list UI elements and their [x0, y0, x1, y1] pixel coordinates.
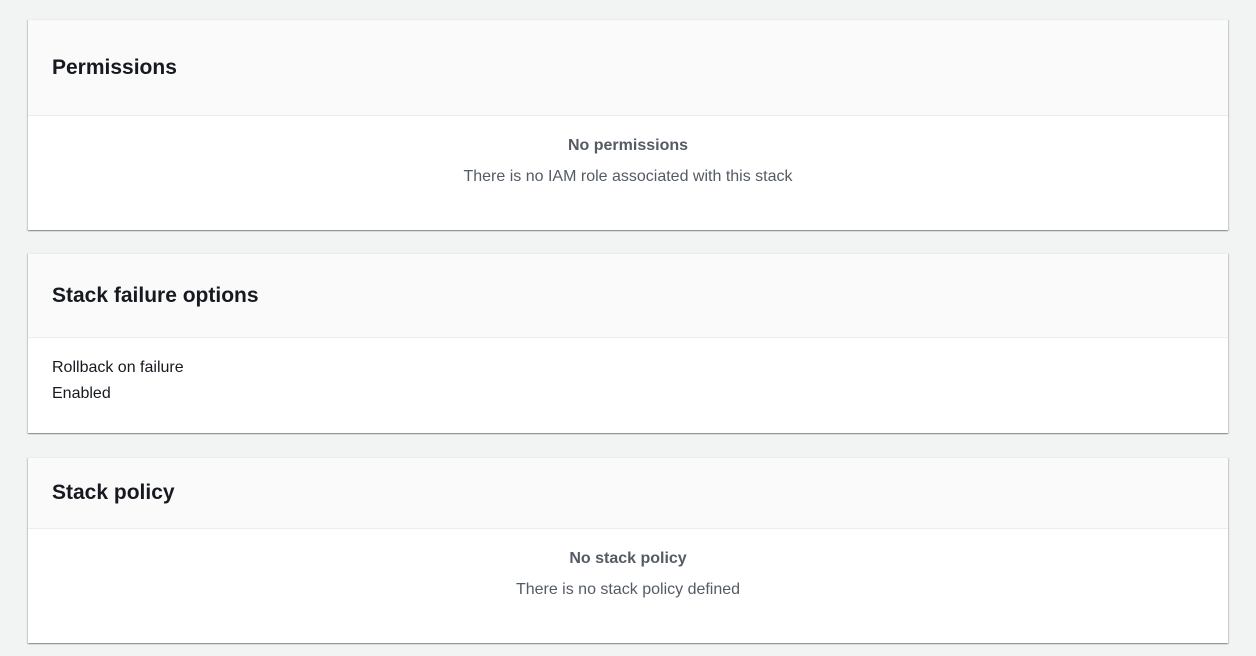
no-permissions-description: There is no IAM role associated with thi… [463, 168, 793, 185]
permissions-empty-state: No permissions There is no IAM role asso… [28, 116, 1228, 187]
rollback-value: Enabled [52, 385, 111, 402]
rollback-setting: Rollback on failure Enabled [28, 338, 1228, 405]
permissions-panel-header: Permissions [28, 20, 1228, 116]
stack-policy-empty-state: No stack policy There is no stack policy… [28, 529, 1228, 600]
stack-policy-title: Stack policy [52, 481, 175, 505]
permissions-panel: Permissions No permissions There is no I… [28, 19, 1228, 230]
rollback-label: Rollback on failure [52, 359, 184, 376]
stack-failure-options-title: Stack failure options [52, 283, 259, 307]
stack-failure-options-panel: Stack failure options Rollback on failur… [28, 253, 1228, 433]
stack-policy-header: Stack policy [28, 458, 1228, 529]
no-permissions-title: No permissions [567, 137, 689, 154]
no-stack-policy-title: No stack policy [569, 550, 687, 567]
no-stack-policy-description: There is no stack policy defined [515, 581, 741, 598]
stack-policy-panel: Stack policy No stack policy There is no… [28, 457, 1228, 643]
stack-failure-options-header: Stack failure options [28, 254, 1228, 338]
permissions-title: Permissions [52, 55, 177, 79]
